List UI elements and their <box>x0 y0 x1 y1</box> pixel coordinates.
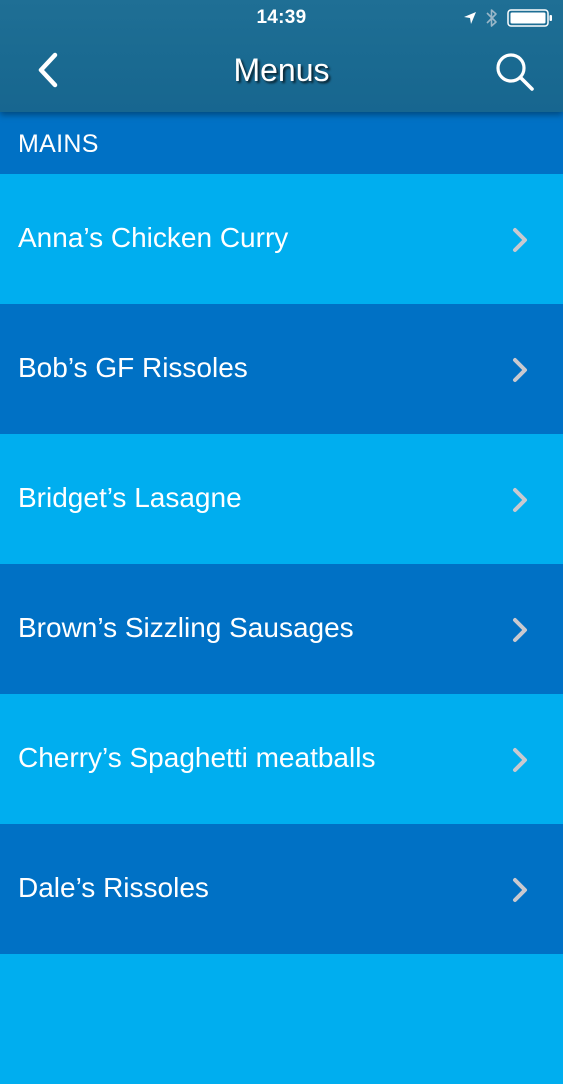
search-button[interactable] <box>489 48 541 100</box>
menu-item-label: Bridget’s Lasagne <box>18 482 242 513</box>
menu-list: Anna’s Chicken Curry Bob’s GF Rissoles B… <box>0 174 563 1084</box>
menu-item-label: Cherry’s Spaghetti meatballs <box>18 742 376 773</box>
chevron-right-icon <box>511 357 529 383</box>
battery-icon <box>507 8 553 28</box>
menu-item-partial[interactable] <box>0 954 563 1084</box>
section-title: MAINS <box>18 130 99 158</box>
chevron-right-icon <box>511 877 529 903</box>
menu-item-label: Bob’s GF Rissoles <box>18 352 248 383</box>
location-arrow-icon <box>463 11 477 25</box>
top-bar: 14:39 Menus <box>0 0 563 112</box>
chevron-right-icon <box>511 617 529 643</box>
status-bar: 14:39 <box>0 0 563 38</box>
menu-item-label: Brown’s Sizzling Sausages <box>18 612 354 643</box>
search-icon <box>494 51 536 98</box>
section-header: MAINS <box>0 112 563 174</box>
menu-item-bridget-lasagne[interactable]: Bridget’s Lasagne <box>0 434 563 564</box>
menu-item-label: Anna’s Chicken Curry <box>18 222 289 253</box>
status-icons <box>463 6 553 30</box>
menu-item-brown-sizzling-sausages[interactable]: Brown’s Sizzling Sausages <box>0 564 563 694</box>
bluetooth-icon <box>485 8 499 28</box>
chevron-right-icon <box>511 227 529 253</box>
menu-item-cherry-spaghetti-meatballs[interactable]: Cherry’s Spaghetti meatballs <box>0 694 563 824</box>
chevron-right-icon <box>511 747 529 773</box>
menu-item-anna-chicken-curry[interactable]: Anna’s Chicken Curry <box>0 174 563 304</box>
menu-item-label: Dale’s Rissoles <box>18 872 209 903</box>
page-title: Menus <box>233 52 330 88</box>
nav-bar: Menus <box>0 38 563 112</box>
menu-item-dale-rissoles[interactable]: Dale’s Rissoles <box>0 824 563 954</box>
chevron-right-icon <box>511 487 529 513</box>
menu-item-bob-gf-rissoles[interactable]: Bob’s GF Rissoles <box>0 304 563 434</box>
